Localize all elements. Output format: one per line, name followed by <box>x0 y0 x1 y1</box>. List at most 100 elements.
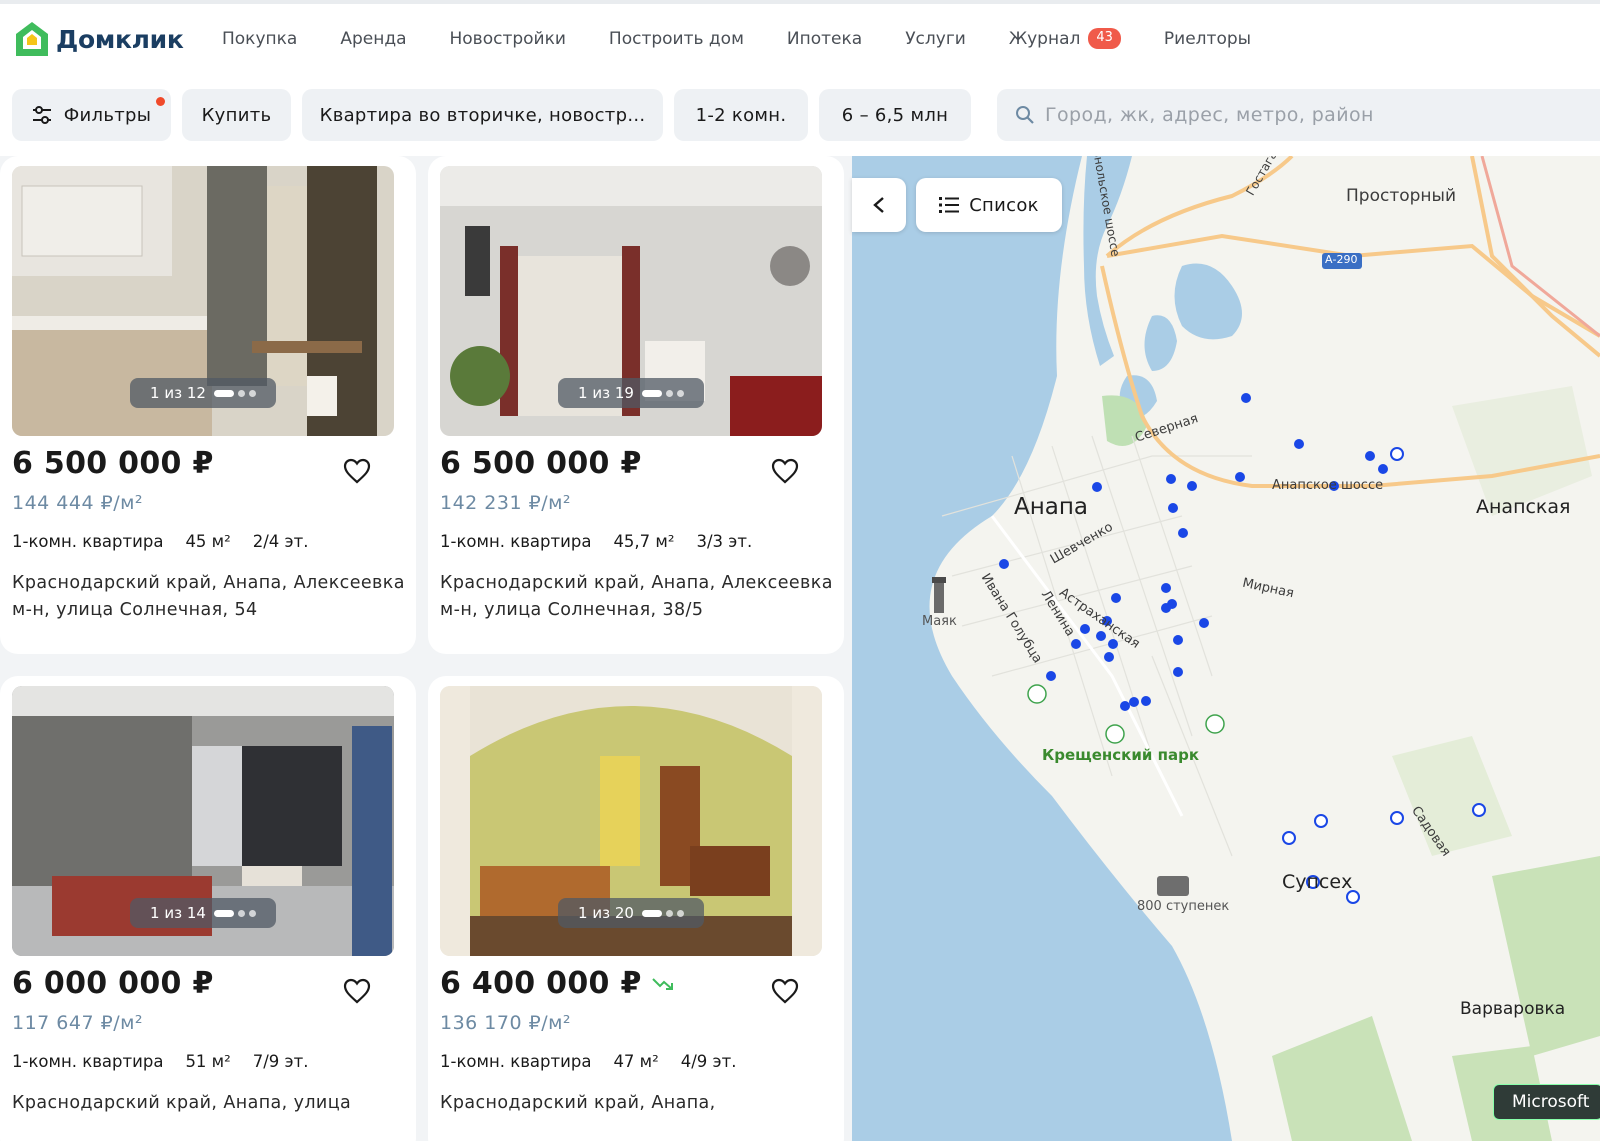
photo-counter-text: 1 из 20 <box>578 904 634 922</box>
chevron-left-icon <box>873 197 884 213</box>
poi-label-park: Крещенский парк <box>1042 746 1200 764</box>
rooms-chip[interactable]: 1-2 комн. <box>674 89 808 141</box>
map-marker <box>1166 474 1176 484</box>
filters-button[interactable]: Фильтры <box>12 89 171 141</box>
photo-counter-text: 1 из 12 <box>150 384 206 402</box>
listing-card[interactable]: 1 из 19 6 500 000 ₽ 142 231 ₽/м² 1-комн.… <box>428 156 844 654</box>
logo-text: Домклик <box>56 24 184 54</box>
nav-item-buy[interactable]: Покупка <box>222 28 297 49</box>
nav-label: Услуги <box>905 28 966 49</box>
map-list-label: Список <box>969 194 1039 216</box>
map-marker <box>1092 482 1102 492</box>
nav-item-new-buildings[interactable]: Новостройки <box>450 28 566 49</box>
price-per-m2: 144 444 ₽/м² <box>12 492 144 514</box>
filters-label: Фильтры <box>63 104 152 126</box>
listing-address: Краснодарский край, Анапа, Алексеевка м-… <box>12 573 405 620</box>
map-marker <box>1120 701 1130 711</box>
pager-pill <box>213 389 234 397</box>
photo-counter: 1 из 12 <box>130 378 276 408</box>
pager-dot <box>676 389 684 397</box>
map-marker <box>1365 451 1375 461</box>
favorite-heart-icon[interactable] <box>340 454 374 488</box>
nav-item-realtors[interactable]: Риелторы <box>1164 28 1251 49</box>
pager-pill <box>213 909 234 917</box>
listing-card[interactable]: 1 из 20 6 400 000 ₽ 136 170 ₽/м² 1-комн.… <box>428 676 844 1141</box>
listing-card[interactable]: 1 из 12 6 500 000 ₽ 144 444 ₽/м² 1-комн.… <box>0 156 416 654</box>
nav-label: Журнал <box>1008 28 1081 49</box>
lake <box>1144 315 1177 371</box>
map-marker <box>1129 697 1139 707</box>
map-list-button[interactable]: Список <box>916 178 1062 232</box>
flat-floor: 3/3 эт. <box>696 532 753 551</box>
filter-bar: Фильтры Купить Квартира во вторичке, нов… <box>12 89 982 141</box>
filters-active-dot <box>156 97 165 106</box>
map-marker <box>1111 593 1121 603</box>
nav-item-mortgage[interactable]: Ипотека <box>787 28 862 49</box>
favorite-heart-icon[interactable] <box>768 974 802 1008</box>
nav-label: Построить дом <box>608 28 744 49</box>
lake <box>1174 263 1242 340</box>
pager-dot <box>237 389 245 397</box>
favorite-heart-icon[interactable] <box>768 454 802 488</box>
park-icon <box>1105 724 1125 744</box>
nav-label: Риелторы <box>1163 28 1252 49</box>
map-marker <box>1173 667 1183 677</box>
road-label-a290: А-290 <box>1325 253 1358 266</box>
map-marker <box>1108 639 1118 649</box>
place-label-varvarovka: Варваровка <box>1460 999 1566 1019</box>
price-per-m2: 136 170 ₽/м² <box>440 1012 572 1034</box>
nav-item-journal[interactable]: Журнал 43 <box>1009 28 1121 49</box>
search-box[interactable] <box>997 89 1600 141</box>
photo-counter-text: 1 из 14 <box>150 904 206 922</box>
map-back-button[interactable] <box>852 178 906 232</box>
map-marker <box>1071 639 1081 649</box>
price-chip[interactable]: 6 – 6,5 млн <box>819 89 971 141</box>
listing-photo[interactable]: 1 из 14 <box>12 686 394 956</box>
lighthouse-icon <box>932 577 946 613</box>
flat-kind: 1-комн. квартира <box>440 1052 592 1071</box>
map-marker <box>999 559 1009 569</box>
favorite-heart-icon[interactable] <box>340 974 374 1008</box>
map-marker <box>1173 635 1183 645</box>
listing-photo[interactable]: 1 из 19 <box>440 166 822 436</box>
poi-label-mayak: Маяк <box>922 614 957 629</box>
nav-item-rent[interactable]: Аренда <box>340 28 406 49</box>
deal-type-chip[interactable]: Купить <box>182 89 291 141</box>
pager-dot <box>248 909 256 917</box>
map-marker <box>1199 618 1209 628</box>
photo-counter-text: 1 из 19 <box>578 384 634 402</box>
listing-photo[interactable]: 1 из 12 <box>12 166 394 436</box>
nav-label: Покупка <box>222 28 298 49</box>
nav-item-services[interactable]: Услуги <box>905 28 966 49</box>
park-icon <box>1205 714 1225 734</box>
nav-label: Аренда <box>340 28 407 49</box>
main-nav: Покупка Аренда Новостройки Построить дом… <box>222 28 1294 49</box>
sea-area <box>852 156 1232 1141</box>
listing-photo[interactable]: 1 из 20 <box>440 686 822 956</box>
listing-price: 6 400 000 ₽ <box>440 966 676 1001</box>
search-input[interactable] <box>1045 104 1600 126</box>
listing-card[interactable]: 1 из 14 6 000 000 ₽ 117 647 ₽/м² 1-комн.… <box>0 676 416 1141</box>
listing-address: Краснодарский край, Анапа, <box>440 1093 716 1113</box>
nav-label: Новостройки <box>449 28 566 49</box>
nav-item-build-house[interactable]: Построить дом <box>609 28 744 49</box>
map-marker <box>1294 439 1304 449</box>
map-marker <box>1390 811 1404 825</box>
list-icon <box>939 197 960 213</box>
map-marker <box>1080 624 1090 634</box>
price-per-m2: 142 231 ₽/м² <box>440 492 572 514</box>
flat-area: 45,7 м² <box>613 532 675 551</box>
photo-counter: 1 из 19 <box>558 378 704 408</box>
property-type-chip[interactable]: Квартира во вторичке, новостр... <box>302 89 663 141</box>
place-label-sukko: Супсех <box>1282 871 1353 893</box>
price-down-trend-icon <box>651 977 673 990</box>
map-marker <box>1104 652 1114 662</box>
flat-area: 45 м² <box>185 532 231 551</box>
map-marker <box>1314 814 1328 828</box>
logo[interactable]: Домклик <box>14 20 184 58</box>
listing-address: Краснодарский край, Анапа, Алексеевка м-… <box>440 573 833 620</box>
place-label-anapskaya: Анапская <box>1476 496 1571 518</box>
poi-label-steps: 800 ступенек <box>1137 899 1230 914</box>
map-panel[interactable]: Просторный А-290 Анапа Анапская Маяк Кре… <box>852 156 1600 1141</box>
map-marker <box>1235 472 1245 482</box>
